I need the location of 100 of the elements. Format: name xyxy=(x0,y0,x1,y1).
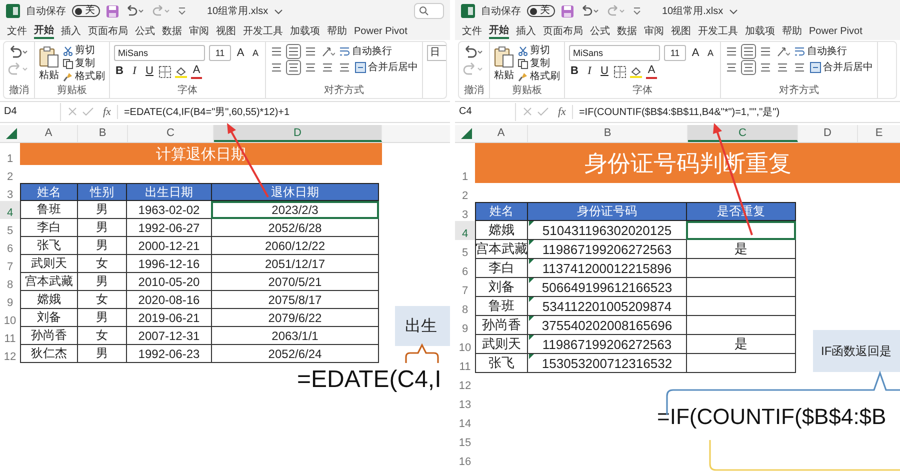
menu-tab[interactable]: 插入 xyxy=(516,23,536,39)
borders-icon[interactable] xyxy=(159,66,171,78)
row-number[interactable]: 8 xyxy=(455,297,475,316)
name-box[interactable]: D4 xyxy=(0,103,61,121)
increase-font-button[interactable]: A xyxy=(235,46,246,60)
row-number[interactable]: 12 xyxy=(455,373,475,392)
copy-button[interactable]: 复制 xyxy=(63,58,105,70)
align-icon[interactable] xyxy=(793,61,806,74)
formula-text[interactable]: =EDATE(C4,IF(B4="男",60,55)*12)+1 xyxy=(116,105,290,119)
menu-tab[interactable]: 视图 xyxy=(216,23,236,39)
menu-tab[interactable]: 数据 xyxy=(617,23,637,39)
undo-icon[interactable] xyxy=(8,45,30,59)
menu-tab[interactable]: 帮助 xyxy=(782,23,802,39)
menu-tab[interactable]: 数据 xyxy=(162,23,182,39)
align-icon[interactable] xyxy=(270,45,283,58)
italic-button[interactable]: I xyxy=(584,65,595,78)
row-number[interactable]: 8 xyxy=(0,273,20,291)
bold-button[interactable]: B xyxy=(114,65,125,78)
formula-text[interactable]: =IF(COUNTIF($B$4:$B$11,B4&"*")=1,"","是") xyxy=(572,105,780,119)
format-painter-button[interactable]: 格式刷 xyxy=(518,71,560,83)
align-icon[interactable] xyxy=(776,61,789,74)
copy-button[interactable]: 复制 xyxy=(518,58,560,70)
row-number[interactable]: 15 xyxy=(455,430,475,449)
row-number[interactable]: 7 xyxy=(0,255,20,273)
column-header[interactable]: E xyxy=(858,125,900,142)
save-icon[interactable] xyxy=(106,4,119,18)
autosave-toggle[interactable]: 关 xyxy=(527,5,555,17)
undo-icon[interactable] xyxy=(463,45,485,59)
row-number[interactable]: 3 xyxy=(0,183,20,201)
align-icon[interactable] xyxy=(287,61,300,74)
row-number[interactable]: 13 xyxy=(455,392,475,411)
row-number[interactable]: 14 xyxy=(455,411,475,430)
row-number[interactable]: 11 xyxy=(455,354,475,373)
font-color-button[interactable]: A xyxy=(646,64,657,79)
menu-tab[interactable]: 审阅 xyxy=(189,23,209,39)
undo-icon[interactable] xyxy=(580,5,600,17)
align-icon[interactable] xyxy=(742,61,755,74)
italic-button[interactable]: I xyxy=(129,65,140,78)
row-number[interactable]: 10 xyxy=(455,335,475,354)
row-number[interactable]: 2 xyxy=(455,183,475,202)
align-icon[interactable] xyxy=(287,45,300,58)
insert-function-label[interactable]: fx xyxy=(558,106,566,118)
underline-button[interactable]: U xyxy=(144,65,155,78)
align-icon[interactable] xyxy=(304,45,317,58)
menu-tab[interactable]: 插入 xyxy=(61,23,81,39)
wrap-text-button[interactable]: 自动换行 xyxy=(794,46,847,58)
row-number[interactable]: 9 xyxy=(0,291,20,309)
chevron-down-icon[interactable] xyxy=(274,6,284,16)
menu-tab[interactable]: 开始 xyxy=(489,23,509,39)
insert-function-label[interactable]: fx xyxy=(103,106,111,118)
align-icon[interactable] xyxy=(304,61,317,74)
row-number[interactable]: 6 xyxy=(0,237,20,255)
merge-center-button[interactable]: 合并后居中 xyxy=(810,62,873,74)
underline-button[interactable]: U xyxy=(599,65,610,78)
customize-caret-icon[interactable] xyxy=(177,6,187,16)
menu-tab[interactable]: 加载项 xyxy=(290,23,320,39)
menu-tab[interactable]: 帮助 xyxy=(327,23,347,39)
align-icon[interactable] xyxy=(338,61,351,74)
save-icon[interactable] xyxy=(561,4,574,18)
column-header[interactable]: C xyxy=(688,125,798,142)
row-number[interactable]: 1 xyxy=(0,143,20,165)
row-number[interactable]: 4 xyxy=(0,201,20,219)
paste-button[interactable]: 粘贴 xyxy=(39,46,59,82)
align-icon[interactable] xyxy=(759,45,772,58)
menu-tab[interactable]: 页面布局 xyxy=(88,23,128,39)
menu-tab[interactable]: 审阅 xyxy=(644,23,664,39)
align-icon[interactable] xyxy=(742,45,755,58)
menu-tab[interactable]: 加载项 xyxy=(745,23,775,39)
font-size-dropdown[interactable]: 11 xyxy=(209,45,231,61)
fill-color-icon[interactable] xyxy=(630,66,642,78)
decrease-font-button[interactable]: A xyxy=(705,46,716,60)
column-header[interactable]: A xyxy=(475,125,528,142)
row-number[interactable]: 16 xyxy=(455,449,475,468)
paste-button[interactable]: 粘贴 xyxy=(494,46,514,82)
align-icon[interactable] xyxy=(725,45,738,58)
chevron-down-icon[interactable] xyxy=(729,6,738,16)
align-icon[interactable] xyxy=(270,61,283,74)
merge-center-button[interactable]: 合并后居中 xyxy=(355,62,418,74)
font-size-dropdown[interactable]: 11 xyxy=(664,45,686,61)
row-number[interactable]: 3 xyxy=(455,202,475,221)
row-number[interactable]: 4 xyxy=(455,221,475,240)
menu-tab[interactable]: 页面布局 xyxy=(543,23,583,39)
column-header[interactable]: A xyxy=(20,125,78,142)
autosave-toggle[interactable]: 关 xyxy=(72,5,100,17)
search-field[interactable] xyxy=(414,3,444,19)
orientation-icon[interactable] xyxy=(321,45,335,58)
menu-tab[interactable]: Power Pivot xyxy=(809,23,862,39)
row-number[interactable]: 9 xyxy=(455,316,475,335)
row-number[interactable]: 7 xyxy=(455,278,475,297)
row-number[interactable]: 6 xyxy=(455,259,475,278)
menu-tab[interactable]: 文件 xyxy=(462,23,482,39)
menu-tab[interactable]: Power Pivot xyxy=(354,23,408,39)
cut-button[interactable]: 剪切 xyxy=(63,45,105,57)
column-header[interactable]: D xyxy=(798,125,858,142)
font-color-button[interactable]: A xyxy=(191,64,202,79)
row-number[interactable]: 12 xyxy=(0,345,20,363)
fill-color-icon[interactable] xyxy=(175,66,187,78)
menu-tab[interactable]: 开发工具 xyxy=(243,23,283,39)
align-icon[interactable] xyxy=(759,61,772,74)
menu-tab[interactable]: 文件 xyxy=(7,23,27,39)
